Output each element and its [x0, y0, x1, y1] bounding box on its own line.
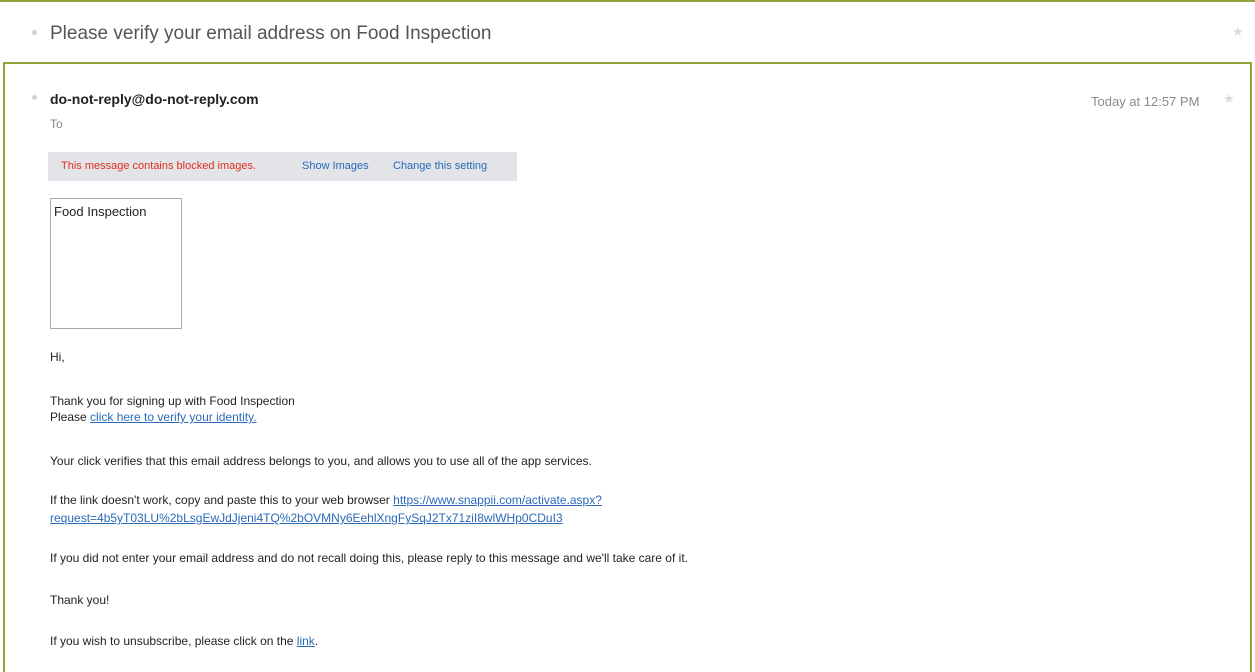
- activation-url-link-continued[interactable]: request=4b5yT03LU%2bLsgEwJdJjeni4TQ%2bOV…: [50, 511, 563, 525]
- not-you-line: If you did not enter your email address …: [50, 551, 688, 565]
- show-images-link[interactable]: Show Images: [302, 152, 369, 181]
- verify-prefix: Please: [50, 410, 91, 424]
- unsubscribe-suffix: .: [314, 634, 319, 648]
- thread-header[interactable]: Please verify your email address on Food…: [0, 2, 1255, 60]
- unsubscribe-link[interactable]: link: [297, 634, 315, 648]
- thanks-line: Thank you for signing up with Food Inspe…: [50, 394, 295, 408]
- fallback-line: If the link doesn't work, copy and paste…: [50, 493, 602, 507]
- blocked-images-text: This message contains blocked images.: [61, 160, 257, 172]
- change-setting-link[interactable]: Change this setting: [393, 152, 487, 181]
- verify-explanation: Your click verifies that this email addr…: [50, 454, 592, 468]
- message-star-icon[interactable]: ★: [1223, 91, 1235, 107]
- sender-address[interactable]: do-not-reply@do-not-reply.com: [50, 91, 259, 107]
- verify-identity-link[interactable]: click here to verify your identity.: [90, 410, 257, 424]
- sign-off: Thank you!: [50, 593, 110, 607]
- fallback-url-continued: request=4b5yT03LU%2bLsgEwJdJjeni4TQ%2bOV…: [50, 511, 563, 525]
- blocked-images-bar: This message contains blocked images. Sh…: [48, 152, 517, 181]
- thread-unread-dot-icon: [32, 30, 37, 35]
- unsubscribe-prefix: If you wish to unsubscribe, please click…: [50, 634, 297, 648]
- image-alt-text: Food Inspection: [54, 204, 147, 219]
- verify-line: Please click here to verify your identit…: [50, 410, 257, 424]
- thread-subject[interactable]: Please verify your email address on Food…: [50, 23, 491, 45]
- blocked-image-placeholder: Food Inspection: [50, 198, 182, 329]
- message-card: do-not-reply@do-not-reply.com To Today a…: [3, 62, 1252, 672]
- greeting: Hi,: [50, 350, 65, 364]
- activation-url-link[interactable]: https://www.snappii.com/activate.aspx?: [393, 493, 602, 507]
- fallback-prefix: If the link doesn't work, copy and paste…: [50, 493, 394, 507]
- thread-star-icon[interactable]: ★: [1232, 24, 1244, 40]
- message-unread-dot-icon: [32, 95, 37, 100]
- to-label: To: [50, 117, 63, 131]
- message-date: Today at 12:57 PM: [1091, 94, 1200, 109]
- unsubscribe-line: If you wish to unsubscribe, please click…: [50, 634, 318, 648]
